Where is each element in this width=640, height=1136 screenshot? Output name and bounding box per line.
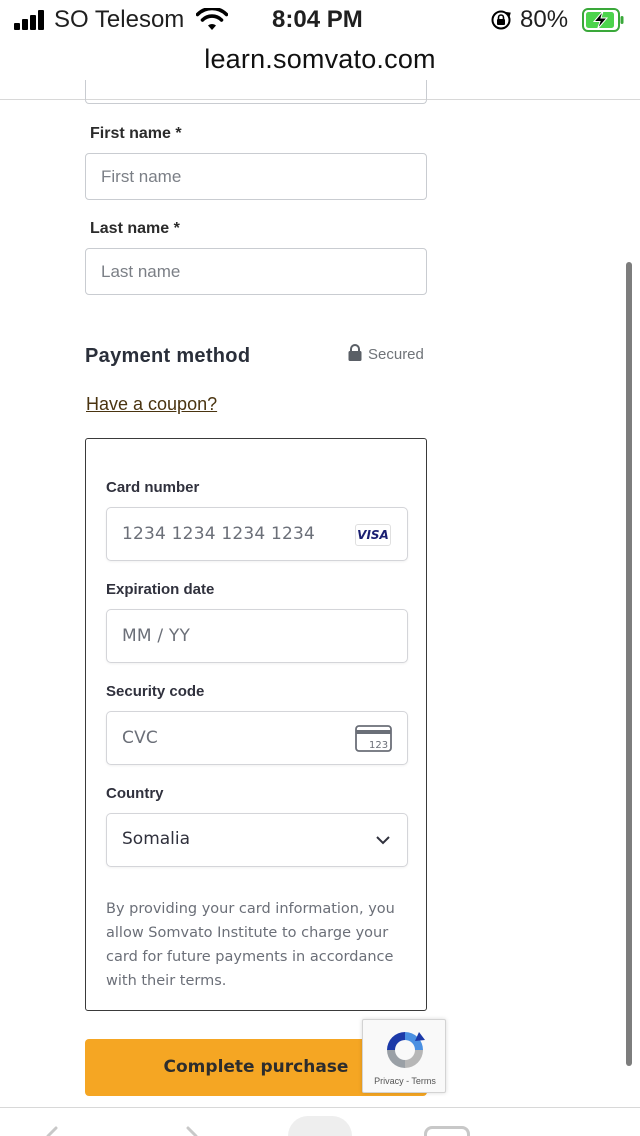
status-bar: SO Telesom 8:04 PM 80% (0, 0, 640, 40)
first-name-input[interactable] (85, 153, 427, 200)
country-value: Somalia (122, 829, 191, 849)
back-icon[interactable] (40, 1126, 64, 1136)
recaptcha-logo-icon (387, 1032, 425, 1068)
page-scrollbar[interactable] (626, 262, 632, 1066)
battery-percent: 80% (520, 6, 569, 33)
visa-icon: VISA (355, 524, 391, 546)
svg-text:123: 123 (369, 740, 388, 751)
cvc-card-icon: 123 (355, 725, 392, 752)
battery-charging-icon (582, 8, 624, 32)
security-code-placeholder: CVC (122, 728, 158, 748)
wifi-icon (196, 8, 228, 30)
browser-toolbar (0, 1108, 640, 1136)
address-bar[interactable]: learn.somvato.com (0, 44, 640, 75)
expiration-date-placeholder: MM / YY (122, 626, 191, 646)
security-code-input[interactable]: CVC 123 (106, 711, 408, 765)
recaptcha-badge[interactable]: Privacy - Terms (362, 1019, 446, 1093)
card-details-panel: Card number 1234 1234 1234 1234 VISA Exp… (85, 438, 427, 1011)
secured-indicator: Secured (348, 344, 424, 363)
cellular-signal-icon (14, 10, 48, 30)
recaptcha-terms[interactable]: Privacy - Terms (363, 1076, 447, 1086)
last-name-label: Last name * (90, 220, 180, 237)
tabs-icon[interactable] (424, 1126, 470, 1136)
clock-time: 8:04 PM (272, 6, 363, 33)
carrier-name: SO Telesom (54, 6, 185, 33)
security-code-label: Security code (106, 683, 205, 700)
first-name-label: First name * (90, 125, 182, 142)
country-select[interactable]: Somalia (106, 813, 408, 867)
consent-text: By providing your card information, you … (106, 901, 395, 989)
secured-text: Secured (368, 346, 424, 363)
last-name-input[interactable] (85, 248, 427, 295)
forward-icon[interactable] (180, 1126, 204, 1136)
rotation-lock-icon (491, 10, 511, 30)
card-number-placeholder: 1234 1234 1234 1234 (122, 524, 316, 544)
card-number-label: Card number (106, 479, 200, 496)
lock-icon (348, 344, 362, 361)
share-icon[interactable] (288, 1116, 352, 1136)
payment-method-title: Payment method (85, 345, 251, 367)
country-label: Country (106, 785, 164, 802)
card-number-input[interactable]: 1234 1234 1234 1234 VISA (106, 507, 408, 561)
chevron-down-icon (376, 836, 390, 845)
expiration-date-input[interactable]: MM / YY (106, 609, 408, 663)
coupon-link[interactable]: Have a coupon? (86, 394, 217, 415)
email-field[interactable] (85, 80, 427, 104)
expiration-date-label: Expiration date (106, 581, 215, 598)
